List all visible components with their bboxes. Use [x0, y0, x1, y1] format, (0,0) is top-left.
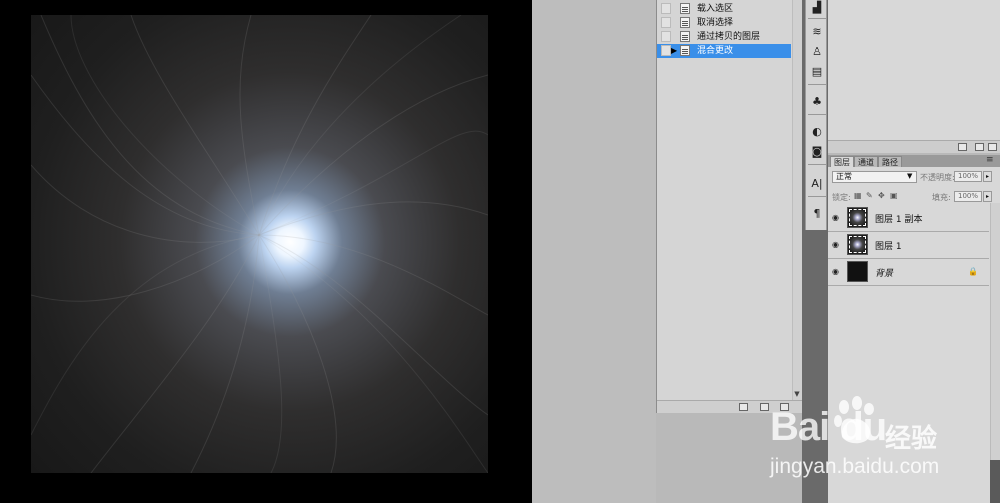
paw-icon	[834, 396, 874, 444]
document-canvas[interactable]	[31, 15, 488, 473]
window-edge	[990, 460, 1000, 503]
watermark-url: jingyan.baidu.com	[770, 455, 940, 478]
new-item-icon[interactable]	[958, 143, 967, 151]
layer-row[interactable]: ◉ 背景 🔒	[828, 259, 989, 286]
layer-row[interactable]: ◉ 图层 1 副本	[828, 205, 989, 232]
history-checkbox[interactable]	[661, 45, 671, 56]
watermark-subtitle: 经验	[885, 424, 938, 454]
brushes-icon[interactable]: ≋	[809, 24, 825, 40]
lock-label: 锁定:	[832, 193, 851, 202]
upper-panel-footer	[828, 140, 1000, 153]
layer-thumbnail	[847, 261, 868, 282]
fill-input[interactable]: 100%	[954, 191, 982, 202]
lock-position-icon[interactable]: ✥	[878, 192, 886, 200]
history-item-label: 通过拷贝的图层	[697, 32, 761, 42]
divider	[808, 18, 826, 19]
workspace-background	[532, 0, 656, 503]
lock-image-icon[interactable]: ✎	[866, 192, 874, 200]
lock-all-icon[interactable]: ▣	[890, 192, 898, 200]
eye-icon[interactable]: ◉	[832, 240, 842, 249]
layer-name[interactable]: 图层 1	[875, 239, 902, 252]
clone-source-icon[interactable]: ♙	[809, 44, 825, 60]
paragraph-icon[interactable]: ¶	[809, 206, 825, 222]
lock-transparency-icon[interactable]: ▦	[854, 192, 862, 200]
opacity-slider-arrow-icon[interactable]: ▸	[983, 171, 992, 182]
swirl-image	[31, 15, 488, 473]
panel-menu-icon[interactable]: ≡	[986, 155, 994, 165]
history-checkbox[interactable]	[661, 31, 671, 42]
divider	[808, 114, 826, 115]
layer-name[interactable]: 图层 1 副本	[875, 212, 922, 225]
panel-icons-toolbar: ▟ ≋ ♙ ▤ ♣ ◐ ◙ A| ¶	[805, 0, 827, 230]
tab-paths[interactable]: 路径	[878, 156, 902, 167]
history-state-icon	[680, 31, 690, 42]
history-state-icon	[680, 3, 690, 14]
chevron-down-icon[interactable]: ▼	[907, 172, 912, 180]
new-document-from-state-icon[interactable]	[739, 403, 748, 411]
layer-row[interactable]: ◉ 图层 1	[828, 232, 989, 259]
history-item-label: 取消选择	[697, 18, 734, 28]
new-page-icon[interactable]	[975, 143, 984, 151]
adjustments-icon[interactable]: ◐	[809, 124, 825, 140]
masks-icon[interactable]: ◙	[809, 144, 825, 160]
history-state-icon	[680, 17, 690, 28]
lock-icon: 🔒	[968, 267, 978, 276]
blend-mode-select[interactable]: 正常	[832, 171, 917, 183]
scroll-down-arrow-icon[interactable]: ▼	[792, 389, 802, 399]
layer-name[interactable]: 背景	[875, 266, 893, 279]
divider	[808, 164, 826, 165]
eye-icon[interactable]: ◉	[832, 267, 842, 276]
trash-icon[interactable]	[988, 143, 997, 151]
history-checkbox[interactable]	[661, 3, 671, 14]
tool-presets-icon[interactable]: ▤	[809, 64, 825, 80]
history-item[interactable]: 通过拷贝的图层	[657, 30, 791, 44]
layers-panel-tabs: 图层 通道 路径 ≡	[828, 155, 1000, 167]
history-pointer-icon: ▶	[671, 46, 678, 55]
history-item-label: 混合更改	[697, 46, 734, 56]
histogram-icon[interactable]: ▟	[809, 0, 825, 16]
opacity-label: 不透明度:	[920, 173, 955, 182]
new-snapshot-icon[interactable]	[760, 403, 769, 411]
layer-thumbnail	[847, 234, 868, 255]
history-state-icon	[680, 45, 690, 56]
divider	[808, 84, 826, 85]
fill-label: 填充:	[932, 193, 951, 202]
upper-panel	[828, 0, 1000, 152]
history-item-label: 载入选区	[697, 4, 734, 14]
character-icon[interactable]: A|	[809, 176, 825, 192]
history-item-selected[interactable]: ▶ 混合更改	[657, 44, 791, 58]
tab-layers[interactable]: 图层	[830, 156, 854, 167]
tab-channels[interactable]: 通道	[854, 156, 878, 167]
history-checkbox[interactable]	[661, 17, 671, 28]
opacity-input[interactable]: 100%	[954, 171, 982, 182]
layer-thumbnail	[847, 207, 868, 228]
fill-slider-arrow-icon[interactable]: ▸	[983, 191, 992, 202]
swatches-icon[interactable]: ♣	[809, 94, 825, 110]
history-panel: 载入选区 取消选择 通过拷贝的图层 ▶ 混合更改 ▼	[656, 0, 803, 413]
layers-scrollbar[interactable]	[990, 203, 1000, 503]
eye-icon[interactable]: ◉	[832, 213, 842, 222]
history-item[interactable]: 取消选择	[657, 16, 791, 30]
divider	[808, 196, 826, 197]
history-item[interactable]: 载入选区	[657, 2, 791, 16]
